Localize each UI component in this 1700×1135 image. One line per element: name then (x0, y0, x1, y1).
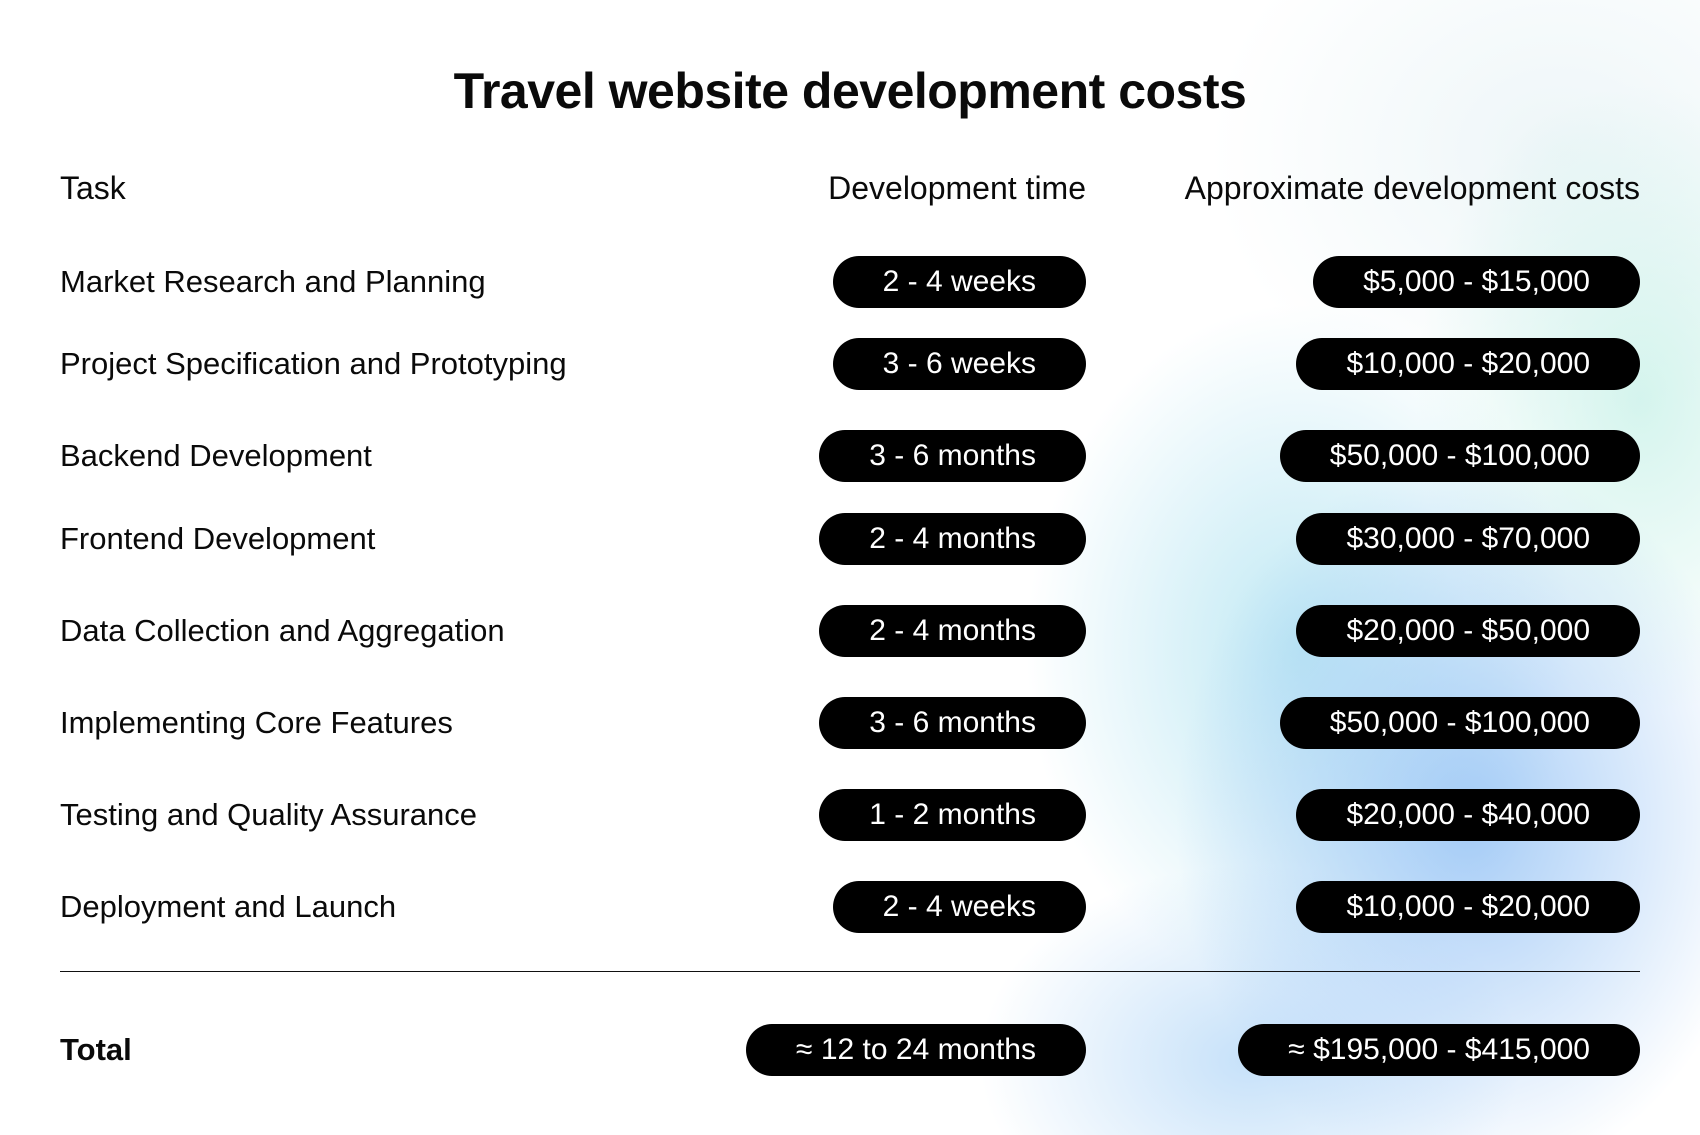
total-time-pill: ≈ 12 to 24 months (746, 1024, 1086, 1076)
time-pill: 3 - 6 months (819, 430, 1086, 482)
table-row: Deployment and Launch 2 - 4 weeks $10,00… (0, 881, 1700, 933)
time-pill: 2 - 4 months (819, 513, 1086, 565)
cost-pill: $30,000 - $70,000 (1296, 513, 1640, 565)
time-pill: 2 - 4 weeks (832, 256, 1086, 308)
table-row: Implementing Core Features 3 - 6 months … (0, 697, 1700, 749)
task-name: Market Research and Planning (60, 264, 486, 299)
cost-pill: $20,000 - $40,000 (1296, 789, 1640, 841)
task-name: Testing and Quality Assurance (60, 797, 478, 832)
table-row: Backend Development 3 - 6 months $50,000… (0, 430, 1700, 482)
cost-pill: $5,000 - $15,000 (1313, 256, 1640, 308)
table-row: Data Collection and Aggregation 2 - 4 mo… (0, 605, 1700, 657)
task-name: Project Specification and Prototyping (60, 346, 567, 381)
column-header-development-time: Development time (828, 170, 1086, 206)
time-pill: 1 - 2 months (819, 789, 1086, 841)
task-name: Backend Development (60, 438, 372, 473)
total-cost-pill: ≈ $195,000 - $415,000 (1238, 1024, 1640, 1076)
time-pill: 2 - 4 weeks (832, 881, 1086, 933)
table-row: Frontend Development 2 - 4 months $30,00… (0, 513, 1700, 565)
cost-pill: $50,000 - $100,000 (1279, 697, 1640, 749)
time-pill: 3 - 6 months (819, 697, 1086, 749)
table-row: Market Research and Planning 2 - 4 weeks… (0, 256, 1700, 308)
total-label: Total (60, 1032, 132, 1067)
column-header-development-costs: Approximate development costs (1184, 170, 1640, 206)
page-title: Travel website development costs (453, 63, 1247, 119)
time-pill: 2 - 4 months (819, 605, 1086, 657)
total-row: Total ≈ 12 to 24 months ≈ $195,000 - $41… (0, 1024, 1700, 1076)
table-row: Project Specification and Prototyping 3 … (0, 338, 1700, 390)
cost-pill: $10,000 - $20,000 (1296, 338, 1640, 390)
table-row: Testing and Quality Assurance 1 - 2 mont… (0, 789, 1700, 841)
cost-pill: $10,000 - $20,000 (1296, 881, 1640, 933)
task-name: Implementing Core Features (60, 705, 453, 740)
column-header-task: Task (60, 170, 126, 206)
cost-pill: $50,000 - $100,000 (1279, 430, 1640, 482)
total-divider (60, 971, 1640, 972)
time-pill: 3 - 6 weeks (832, 338, 1086, 390)
task-name: Data Collection and Aggregation (60, 613, 505, 648)
task-name: Deployment and Launch (60, 889, 397, 924)
task-name: Frontend Development (60, 521, 376, 556)
cost-pill: $20,000 - $50,000 (1296, 605, 1640, 657)
